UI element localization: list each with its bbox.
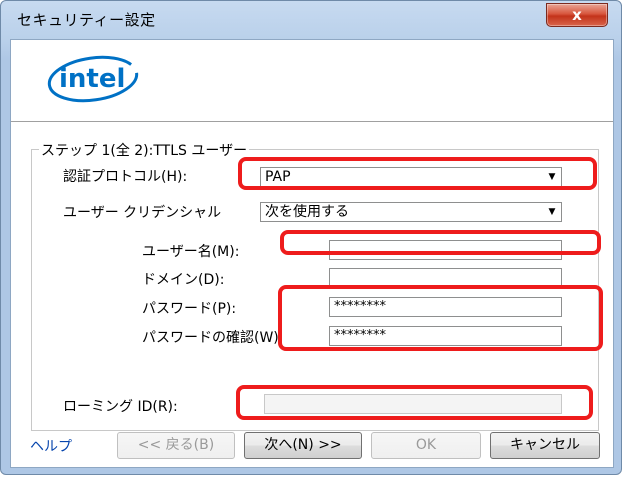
dialog-content: intel ステップ 1(全 2):TTLS ユーザー 認証プロトコル(H): … <box>10 39 614 468</box>
chevron-down-icon: ▼ <box>548 172 556 182</box>
roaming-id-field[interactable] <box>264 394 562 414</box>
user-credential-select[interactable]: 次を使用する ▼ <box>260 202 562 222</box>
step-group-legend: ステップ 1(全 2):TTLS ユーザー <box>39 140 250 160</box>
help-link[interactable]: ヘルプ <box>30 436 72 456</box>
domain-label: ドメイン(D): <box>142 272 225 288</box>
back-button[interactable]: << 戻る(B) <box>117 432 235 459</box>
domain-field[interactable] <box>329 268 562 288</box>
security-settings-dialog: セキュリティー設定 x intel ステップ 1(全 2):TTLS ユーザー … <box>0 0 622 475</box>
roaming-id-label: ローミング ID(R): <box>63 399 178 415</box>
password-confirm-value: ******** <box>334 328 386 343</box>
user-credential-label: ユーザー クリデンシャル <box>63 205 222 221</box>
auth-protocol-value: PAP <box>265 169 291 185</box>
cancel-button[interactable]: キャンセル <box>490 432 600 459</box>
username-field[interactable] <box>329 240 562 260</box>
password-value: ******** <box>334 299 386 314</box>
password-label: パスワード(P): <box>142 301 237 317</box>
close-button[interactable]: x <box>546 3 608 27</box>
intel-logo-text: intel <box>59 64 125 94</box>
intel-logo: intel <box>47 55 139 103</box>
ok-button[interactable]: OK <box>371 432 481 459</box>
chevron-down-icon: ▼ <box>548 207 556 217</box>
step-groupbox <box>31 149 599 431</box>
close-icon: x <box>572 6 582 24</box>
user-credential-value: 次を使用する <box>265 204 349 220</box>
window-title: セキュリティー設定 <box>17 11 156 29</box>
username-label: ユーザー名(M): <box>142 244 240 260</box>
password-confirm-label: パスワードの確認(W): <box>142 330 284 346</box>
password-field[interactable]: ******** <box>329 297 562 317</box>
auth-protocol-select[interactable]: PAP ▼ <box>260 167 562 187</box>
password-confirm-field[interactable]: ******** <box>329 326 562 346</box>
title-bar[interactable]: セキュリティー設定 x <box>1 1 621 41</box>
header-divider <box>11 121 613 123</box>
next-button[interactable]: 次へ(N) >> <box>244 432 362 459</box>
auth-protocol-label: 認証プロトコル(H): <box>63 169 188 185</box>
